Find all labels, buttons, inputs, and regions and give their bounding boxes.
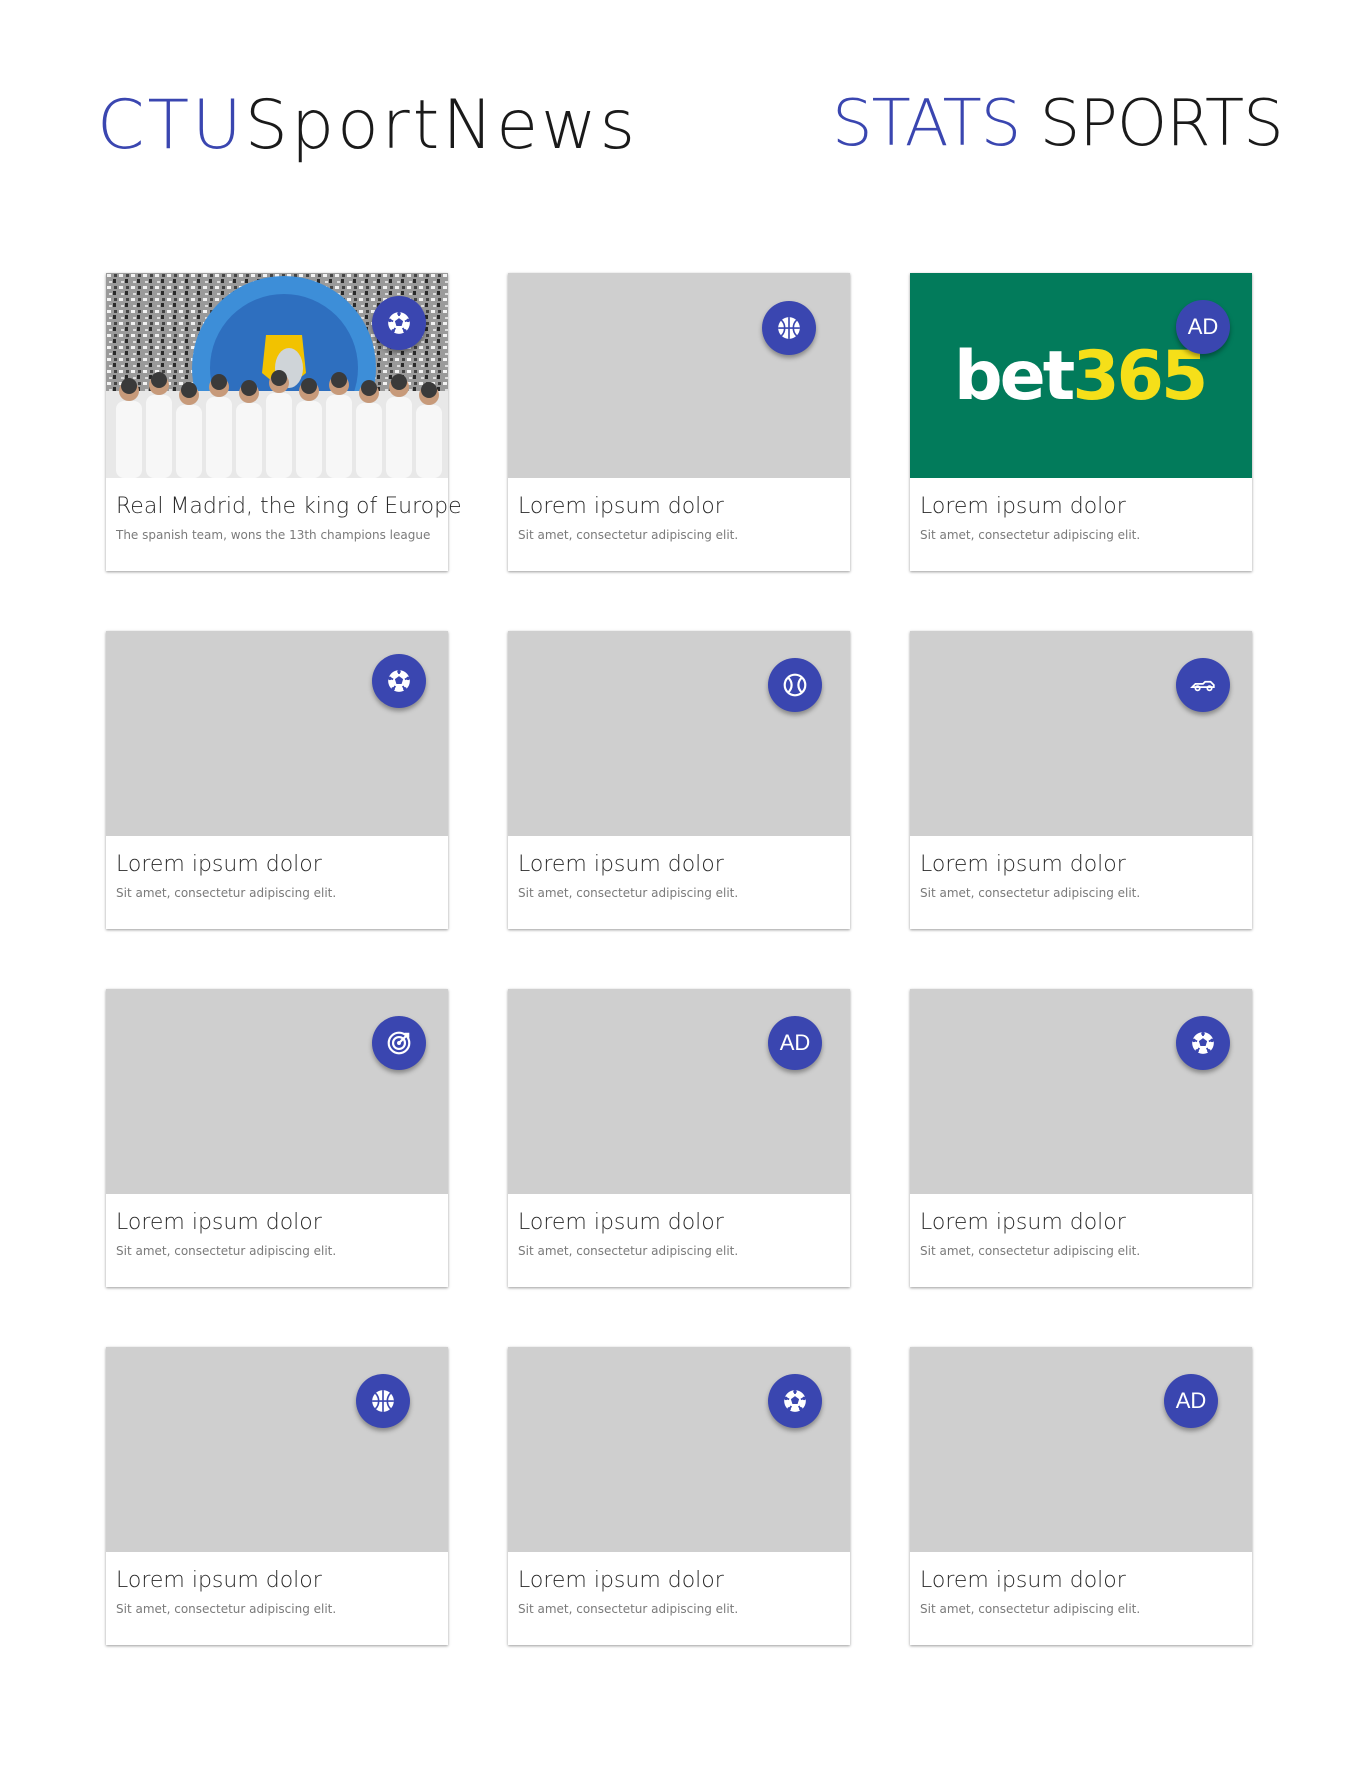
card-subtitle: Sit amet, consectetur adipiscing elit. (920, 886, 1141, 901)
card-body: Lorem ipsum dolor Sit amet, consectetur a… (106, 1552, 448, 1616)
card-body: Lorem ipsum dolor Sit amet, consectetur a… (508, 478, 850, 542)
basketball-icon[interactable] (356, 1374, 410, 1428)
card-media: bet365 AD (910, 273, 1252, 478)
card-media (910, 631, 1252, 836)
card-subtitle: Sit amet, consectetur adipiscing elit. (920, 528, 1141, 543)
logo-accent-text: CTU (97, 86, 245, 165)
card-subtitle: Sit amet, consectetur adipiscing elit. (518, 528, 739, 543)
card-media (106, 989, 448, 1194)
soccer-ball-icon[interactable] (372, 654, 426, 708)
card-title[interactable]: Lorem ipsum dolor (518, 852, 840, 878)
news-card[interactable]: Lorem ipsum dolor Sit amet, consectetur a… (508, 1347, 850, 1645)
card-title[interactable]: Lorem ipsum dolor (116, 1568, 438, 1594)
card-subtitle: Sit amet, consectetur adipiscing elit. (920, 1244, 1141, 1259)
tennis-ball-icon[interactable] (768, 658, 822, 712)
news-card[interactable]: bet365 AD Lorem ipsum dolor Sit amet, conse… (910, 273, 1252, 571)
card-subtitle: Sit amet, consectetur adipiscing elit. (116, 886, 337, 901)
news-card-grid: Real Madrid, the king of Europe The spani… (106, 273, 1252, 1645)
race-car-icon[interactable] (1176, 658, 1230, 712)
site-logo[interactable]: CTUSportNews (97, 92, 638, 160)
card-body: Lorem ipsum dolor Sit amet, consectetur a… (508, 1194, 850, 1258)
card-media (910, 989, 1252, 1194)
card-title[interactable]: Lorem ipsum dolor (518, 1210, 840, 1236)
card-subtitle: Sit amet, consectetur adipiscing elit. (116, 1244, 337, 1259)
card-body: Lorem ipsum dolor Sit amet, consectetur a… (508, 836, 850, 900)
card-title[interactable]: Real Madrid, the king of Europe (116, 494, 462, 520)
card-subtitle: Sit amet, consectetur adipiscing elit. (518, 886, 739, 901)
card-title[interactable]: Lorem ipsum dolor (920, 494, 1242, 520)
card-body: Lorem ipsum dolor Sit amet, consectetur a… (106, 836, 448, 900)
soccer-ball-icon[interactable] (768, 1374, 822, 1428)
news-card[interactable]: Lorem ipsum dolor Sit amet, consectetur a… (106, 1347, 448, 1645)
news-card[interactable]: Lorem ipsum dolor Sit amet, consectetur a… (106, 631, 448, 929)
card-subtitle: The spanish team, wons the 13th champion… (116, 528, 431, 543)
card-subtitle: Sit amet, consectetur adipiscing elit. (116, 1602, 337, 1617)
card-body: Lorem ipsum dolor Sit amet, consectetur a… (910, 1552, 1252, 1616)
target-icon[interactable] (372, 1016, 426, 1070)
card-title[interactable]: Lorem ipsum dolor (920, 1210, 1242, 1236)
ad-badge[interactable]: AD (1176, 300, 1230, 354)
card-subtitle: Sit amet, consectetur adipiscing elit. (518, 1244, 739, 1259)
card-media: AD (508, 989, 850, 1194)
card-media (106, 631, 448, 836)
card-media (508, 273, 850, 478)
ad-brand-yellow: 365 (1072, 337, 1208, 416)
ad-badge[interactable]: AD (1164, 1374, 1218, 1428)
soccer-ball-icon[interactable] (1176, 1016, 1230, 1070)
news-card[interactable]: Lorem ipsum dolor Sit amet, consectetur a… (106, 989, 448, 1287)
ad-brand-white: bet (954, 337, 1075, 416)
ad-brand-text: bet365 (954, 343, 1208, 411)
card-media (106, 273, 448, 478)
news-card[interactable]: Lorem ipsum dolor Sit amet, consectetur a… (910, 631, 1252, 929)
card-title[interactable]: Lorem ipsum dolor (116, 1210, 438, 1236)
card-media (508, 631, 850, 836)
card-subtitle: Sit amet, consectetur adipiscing elit. (920, 1602, 1141, 1617)
news-card[interactable]: Lorem ipsum dolor Sit amet, consectetur a… (508, 631, 850, 929)
card-title[interactable]: Lorem ipsum dolor (920, 852, 1242, 878)
news-card[interactable]: Lorem ipsum dolor Sit amet, consectetur a… (508, 273, 850, 571)
card-media: AD (910, 1347, 1252, 1552)
card-title[interactable]: Lorem ipsum dolor (116, 852, 438, 878)
card-body: Lorem ipsum dolor Sit amet, consectetur a… (910, 478, 1252, 542)
card-body: Lorem ipsum dolor Sit amet, consectetur a… (910, 836, 1252, 900)
news-card[interactable]: Real Madrid, the king of Europe The spani… (106, 273, 462, 571)
card-title[interactable]: Lorem ipsum dolor (920, 1568, 1242, 1594)
basketball-icon[interactable] (762, 301, 816, 355)
card-title[interactable]: Lorem ipsum dolor (518, 1568, 840, 1594)
stats-sports-logo[interactable]: STATS SPORTS (832, 92, 1284, 156)
card-subtitle: Sit amet, consectetur adipiscing elit. (518, 1602, 739, 1617)
news-card[interactable]: AD Lorem ipsum dolor Sit amet, consectetur… (910, 1347, 1252, 1645)
card-body: Lorem ipsum dolor Sit amet, consectetur a… (106, 1194, 448, 1258)
card-media (106, 1347, 448, 1552)
soccer-ball-icon[interactable] (372, 296, 426, 350)
stats-logo-rest-text: SPORTS (1039, 87, 1284, 161)
card-body: Real Madrid, the king of Europe The spani… (106, 478, 462, 543)
card-title[interactable]: Lorem ipsum dolor (518, 494, 840, 520)
card-body: Lorem ipsum dolor Sit amet, consectetur a… (910, 1194, 1252, 1258)
logo-rest-text: SportNews (244, 86, 639, 165)
card-body: Lorem ipsum dolor Sit amet, consectetur a… (508, 1552, 850, 1616)
news-card[interactable]: AD Lorem ipsum dolor Sit amet, consectetur… (508, 989, 850, 1287)
news-card[interactable]: Lorem ipsum dolor Sit amet, consectetur a… (910, 989, 1252, 1287)
stats-logo-accent-text: STATS (832, 87, 1021, 161)
card-media (508, 1347, 850, 1552)
ad-badge[interactable]: AD (768, 1016, 822, 1070)
